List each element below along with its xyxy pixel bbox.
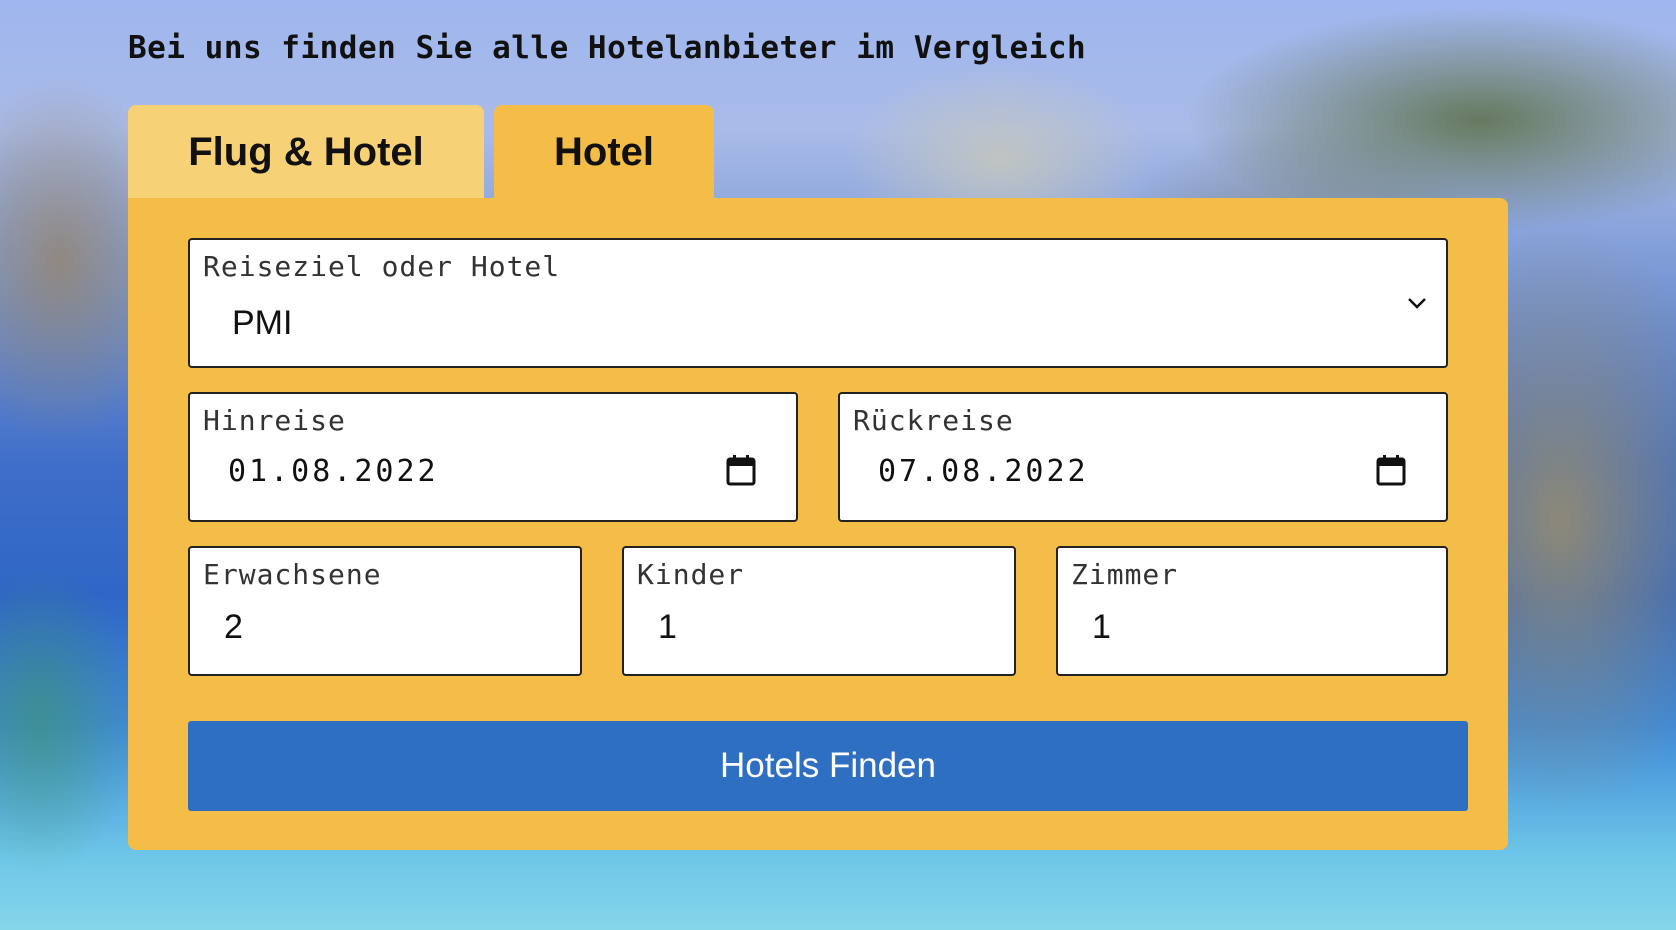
destination-label: Reiseziel oder Hotel xyxy=(203,250,561,283)
tab-hotel[interactable]: Hotel xyxy=(494,105,714,199)
return-date-field[interactable]: Rückreise 07.08.2022 xyxy=(838,392,1448,522)
page-headline: Bei uns finden Sie alle Hotelanbieter im… xyxy=(128,30,1087,66)
departure-label: Hinreise xyxy=(203,404,346,437)
destination-select[interactable]: Reiseziel oder Hotel PMI xyxy=(188,238,1448,368)
rooms-label: Zimmer xyxy=(1071,558,1179,591)
departure-value: 01.08.2022 xyxy=(228,454,439,489)
tab-flug-hotel[interactable]: Flug & Hotel xyxy=(128,105,484,199)
destination-value: PMI xyxy=(232,304,293,342)
search-panel: Reiseziel oder Hotel PMI Hinreise 01.08.… xyxy=(128,198,1508,850)
adults-field[interactable]: Erwachsene 2 xyxy=(188,546,582,676)
adults-label: Erwachsene xyxy=(203,558,382,591)
return-value: 07.08.2022 xyxy=(878,454,1089,489)
children-label: Kinder xyxy=(637,558,745,591)
calendar-icon[interactable] xyxy=(726,454,756,486)
return-label: Rückreise xyxy=(853,404,1014,437)
find-hotels-button[interactable]: Hotels Finden xyxy=(188,721,1468,811)
rooms-field[interactable]: Zimmer 1 xyxy=(1056,546,1448,676)
children-field[interactable]: Kinder 1 xyxy=(622,546,1016,676)
departure-date-field[interactable]: Hinreise 01.08.2022 xyxy=(188,392,798,522)
adults-value: 2 xyxy=(224,608,243,646)
children-value: 1 xyxy=(658,608,677,646)
rooms-value: 1 xyxy=(1092,608,1111,646)
calendar-icon[interactable] xyxy=(1376,454,1406,486)
chevron-down-icon xyxy=(1408,298,1426,309)
